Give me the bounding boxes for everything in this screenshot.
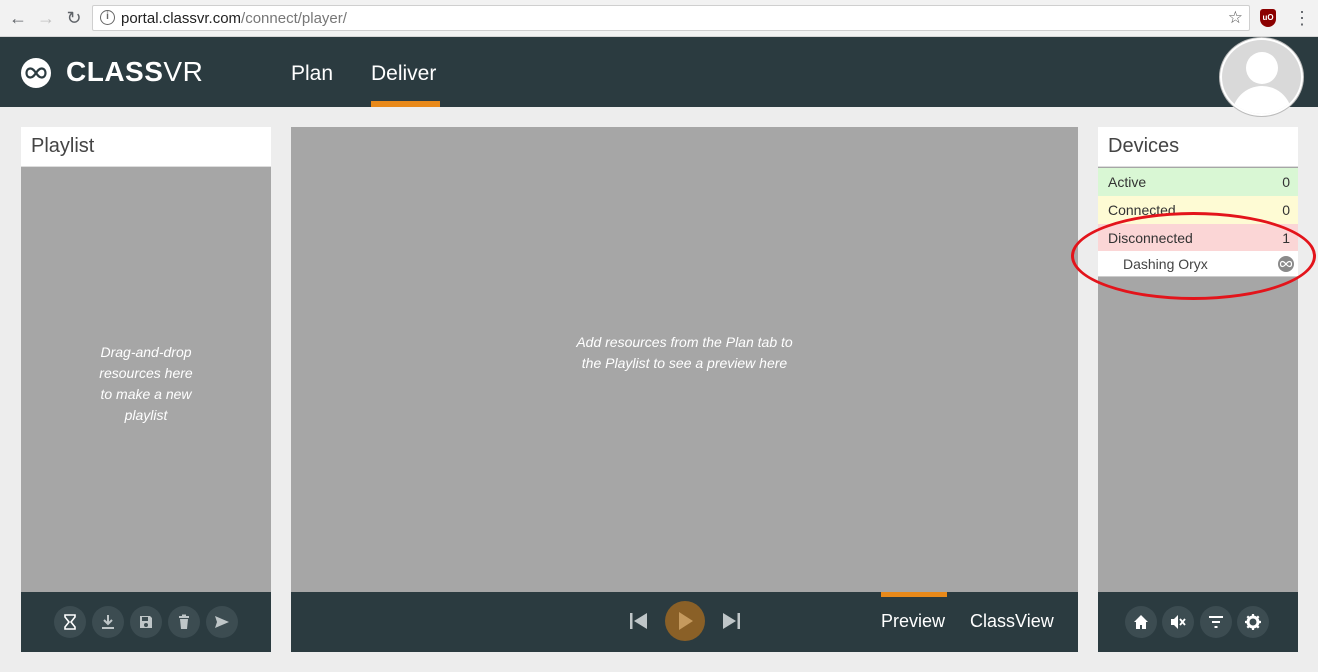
playlist-panel: Playlist Drag-and-drop resources here to… <box>21 127 271 652</box>
address-bar[interactable]: i portal.classvr.com/connect/player/ ☆ <box>92 5 1250 31</box>
back-icon[interactable]: ← <box>8 8 28 28</box>
classvr-device-icon <box>1278 256 1294 272</box>
browser-toolbar: ← → ↻ i portal.classvr.com/connect/playe… <box>0 0 1318 37</box>
tab-deliver[interactable]: Deliver <box>371 62 436 86</box>
brand-name: CLASSVR <box>66 56 204 87</box>
filter-icon[interactable] <box>1200 606 1232 638</box>
devices-panel: Devices Active 0 Connected 0 Disconnecte… <box>1098 127 1298 652</box>
mute-icon[interactable] <box>1162 606 1194 638</box>
devices-title: Devices <box>1108 135 1180 157</box>
classvr-logo-icon <box>21 58 51 88</box>
skip-next-icon[interactable] <box>720 611 742 636</box>
playlist-header: Playlist <box>21 127 271 167</box>
ublock-extension-icon[interactable]: uO <box>1260 9 1276 27</box>
active-tab-indicator <box>371 101 440 107</box>
hourglass-icon[interactable] <box>54 606 86 638</box>
active-view-indicator <box>881 592 947 597</box>
playlist-dropzone-text[interactable]: Drag-and-drop resources here to make a n… <box>21 342 271 426</box>
browser-menu-icon[interactable]: ⋮ <box>1293 8 1311 28</box>
forward-icon[interactable]: → <box>36 8 56 28</box>
save-icon[interactable] <box>130 606 162 638</box>
device-item[interactable]: Dashing Oryx <box>1098 251 1298 277</box>
device-group-disconnected[interactable]: Disconnected 1 <box>1098 224 1298 252</box>
tab-classview[interactable]: ClassView <box>970 611 1054 632</box>
skip-previous-icon[interactable] <box>628 611 650 636</box>
trash-icon[interactable] <box>168 606 200 638</box>
devices-header: Devices <box>1098 127 1298 167</box>
home-icon[interactable] <box>1125 606 1157 638</box>
play-button[interactable] <box>665 601 705 641</box>
devices-toolbar <box>1098 592 1298 652</box>
device-group-connected[interactable]: Connected 0 <box>1098 196 1298 224</box>
user-avatar[interactable] <box>1220 38 1303 116</box>
playlist-toolbar <box>21 592 271 652</box>
app-header: CLASSVR Plan Deliver <box>0 37 1318 107</box>
tab-plan[interactable]: Plan <box>291 62 333 86</box>
send-icon[interactable] <box>206 606 238 638</box>
settings-icon[interactable] <box>1237 606 1269 638</box>
preview-panel: Add resources from the Plan tab to the P… <box>291 127 1078 652</box>
tab-preview[interactable]: Preview <box>881 611 945 632</box>
info-icon[interactable]: i <box>100 10 115 25</box>
device-group-active[interactable]: Active 0 <box>1098 168 1298 196</box>
playlist-title: Playlist <box>31 135 95 157</box>
download-icon[interactable] <box>92 606 124 638</box>
url-text: portal.classvr.com/connect/player/ <box>121 10 347 27</box>
preview-placeholder-text: Add resources from the Plan tab to the P… <box>576 334 793 371</box>
bookmark-star-icon[interactable]: ☆ <box>1228 8 1243 28</box>
reload-icon[interactable]: ↻ <box>64 8 84 28</box>
